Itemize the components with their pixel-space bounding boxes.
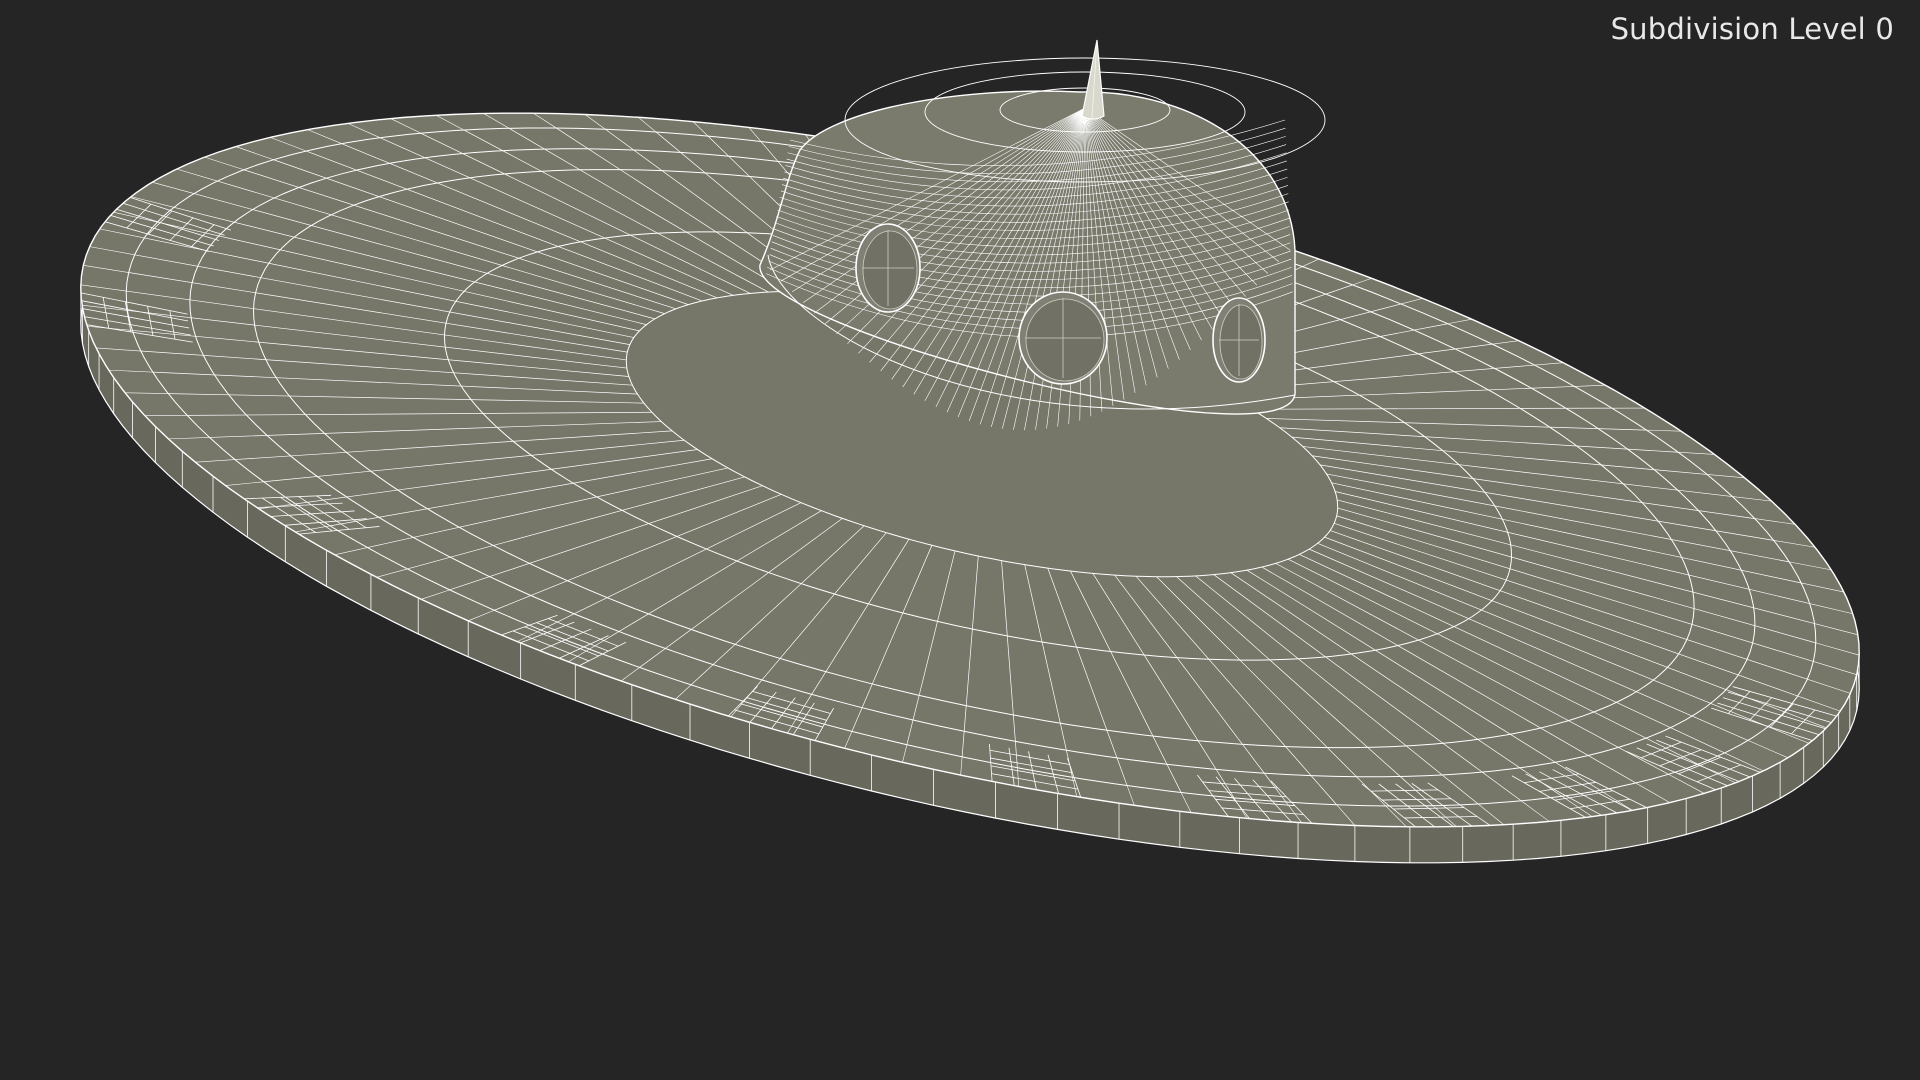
dome-window [855,223,921,313]
viewport[interactable]: Subdivision Level 0 [0,0,1920,1080]
dome-window [1212,297,1266,383]
saucer-model[interactable] [0,0,1920,1080]
dome-window [1018,291,1108,385]
antenna-spike [1081,39,1105,120]
